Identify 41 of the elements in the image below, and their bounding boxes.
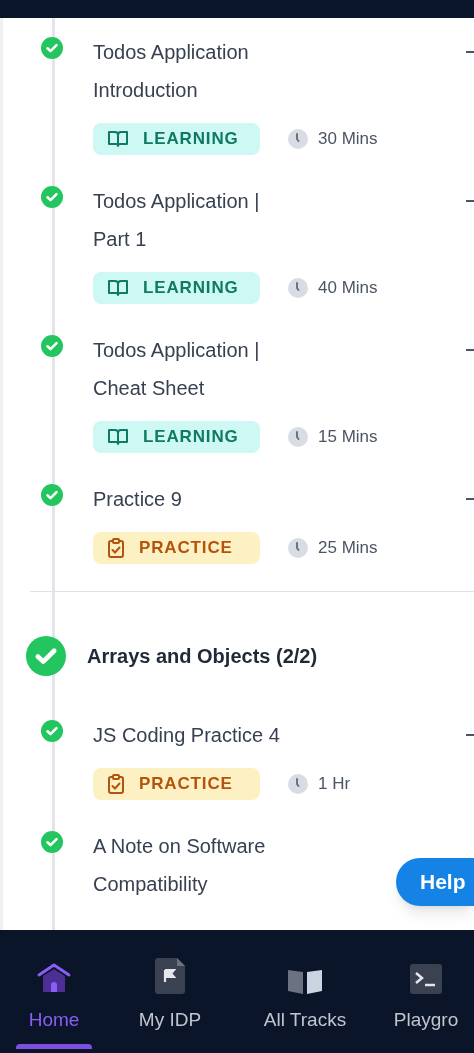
nav-tab[interactable]: All Tracks: [232, 930, 378, 1053]
type-badge: LEARNING: [93, 272, 260, 304]
lesson-title[interactable]: Practice 9: [93, 480, 289, 518]
dash-icon: [466, 349, 474, 351]
clipboard-check-icon: [107, 538, 125, 558]
type-badge: PRACTICE: [93, 532, 260, 564]
duration-text: 15 Mins: [318, 426, 378, 449]
clock-icon: [288, 774, 308, 794]
document-flag-icon: [155, 958, 185, 994]
clock-icon: [288, 278, 308, 298]
book-icon: [107, 428, 129, 446]
lesson-title[interactable]: Todos Application Introduction: [93, 33, 289, 109]
book-icon: [107, 130, 129, 148]
dash-icon: [466, 734, 474, 736]
nav-tab[interactable]: Playgro: [378, 930, 474, 1053]
type-badge: LEARNING: [93, 421, 260, 453]
open-book-icon: [288, 968, 322, 994]
home-icon: [36, 962, 72, 994]
nav-tab[interactable]: My IDP: [108, 930, 232, 1053]
clock-icon: [288, 427, 308, 447]
lesson-title[interactable]: JS Coding Practice 4: [93, 716, 289, 754]
dash-icon: [466, 51, 474, 53]
duration-text: 1 Hr: [318, 773, 351, 796]
lesson-title[interactable]: Todos Application | Cheat Sheet: [93, 331, 289, 407]
clipboard-check-icon: [107, 774, 125, 794]
type-badge: LEARNING: [93, 123, 260, 155]
duration-text: 30 Mins: [318, 128, 378, 151]
nav-tab[interactable]: Home: [0, 930, 108, 1053]
dash-icon: [466, 200, 474, 202]
book-icon: [107, 279, 129, 297]
clock-icon: [288, 538, 308, 558]
duration-text: 25 Mins: [318, 537, 378, 560]
section-title: Arrays and Objects (2/2): [87, 644, 318, 669]
clock-icon: [288, 129, 308, 149]
help-button[interactable]: Help: [396, 858, 474, 906]
lesson-title[interactable]: A Note on Software Compatibility: [93, 827, 289, 903]
duration-text: 40 Mins: [318, 277, 378, 300]
type-badge: PRACTICE: [93, 768, 260, 800]
lesson-title[interactable]: Todos Application | Part 1: [93, 182, 289, 258]
terminal-icon: [410, 964, 442, 994]
dash-icon: [466, 498, 474, 500]
